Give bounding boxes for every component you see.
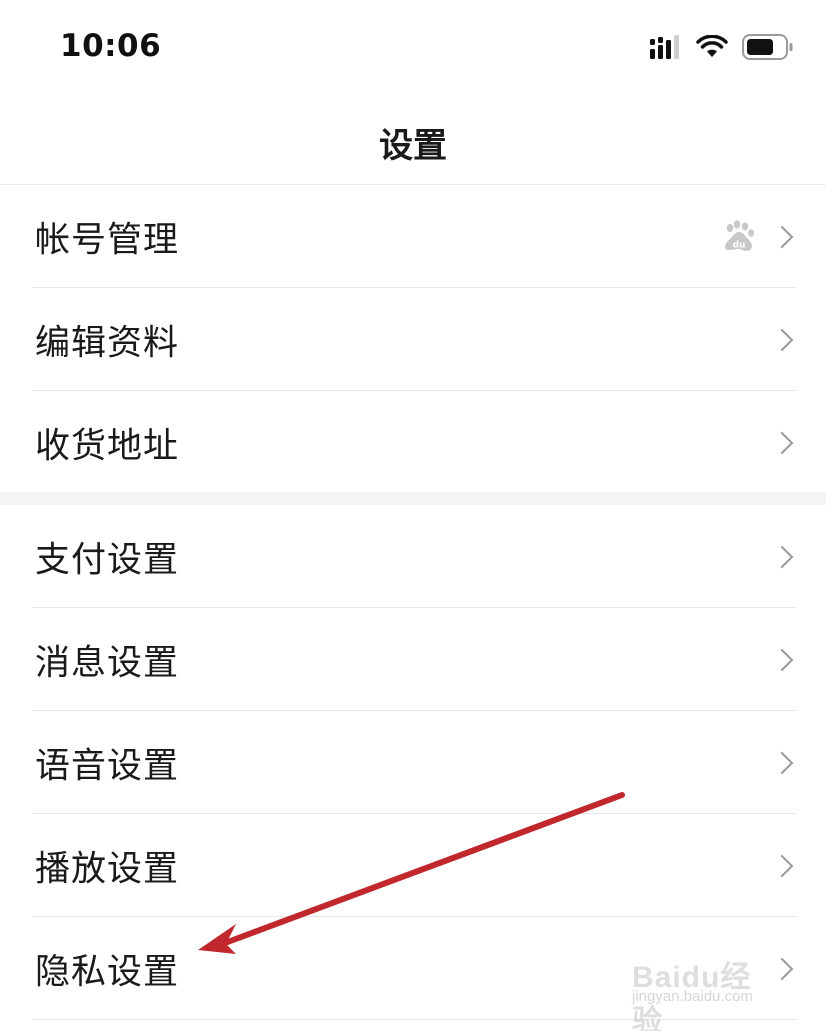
battery-icon <box>742 34 794 64</box>
chevron-right-icon <box>770 225 794 248</box>
section-separator <box>0 492 826 505</box>
chevron-right-icon <box>770 545 794 568</box>
nav-bar: 设置 <box>0 100 826 185</box>
baidu-jingyan-watermark: Baidu经验 jingyan.baidu.com <box>632 942 782 1031</box>
chevron-right-icon <box>770 751 794 774</box>
row-label: 支付设置 <box>35 540 180 580</box>
settings-screen: 10:06 设置 帐号管理 du 编辑资料 收货地址 支付设置 消息设置 语音设… <box>0 0 826 1031</box>
row-label: 播放设置 <box>35 849 180 889</box>
cellular-signal-icon <box>650 35 682 63</box>
row-label: 隐私设置 <box>35 952 180 992</box>
settings-row-notifications[interactable]: 消息设置 <box>0 608 826 711</box>
status-icons <box>650 34 794 64</box>
row-label: 收货地址 <box>35 426 180 466</box>
row-label: 语音设置 <box>35 746 180 786</box>
page-title: 设置 <box>379 126 447 166</box>
status-time: 10:06 <box>60 28 162 64</box>
chevron-right-icon <box>770 648 794 671</box>
settings-row-voice[interactable]: 语音设置 <box>0 711 826 814</box>
watermark-subtext: jingyan.baidu.com <box>632 988 753 1005</box>
settings-row-payment[interactable]: 支付设置 <box>0 505 826 608</box>
baidu-paw-icon: du <box>722 220 756 254</box>
row-label: 消息设置 <box>35 643 180 683</box>
wifi-icon <box>696 34 728 63</box>
chevron-right-icon <box>770 328 794 351</box>
status-bar: 10:06 <box>0 0 826 100</box>
settings-row-account-management[interactable]: 帐号管理 du <box>0 185 826 288</box>
settings-row-edit-profile[interactable]: 编辑资料 <box>0 288 826 391</box>
settings-group-account: 帐号管理 du 编辑资料 收货地址 <box>0 185 826 494</box>
settings-row-playback[interactable]: 播放设置 <box>0 814 826 917</box>
chevron-right-icon <box>770 854 794 877</box>
row-label: 编辑资料 <box>35 323 180 363</box>
settings-row-shipping-address[interactable]: 收货地址 <box>0 391 826 494</box>
row-label: 帐号管理 <box>35 220 180 260</box>
chevron-right-icon <box>770 431 794 454</box>
svg-text:du: du <box>733 240 746 250</box>
